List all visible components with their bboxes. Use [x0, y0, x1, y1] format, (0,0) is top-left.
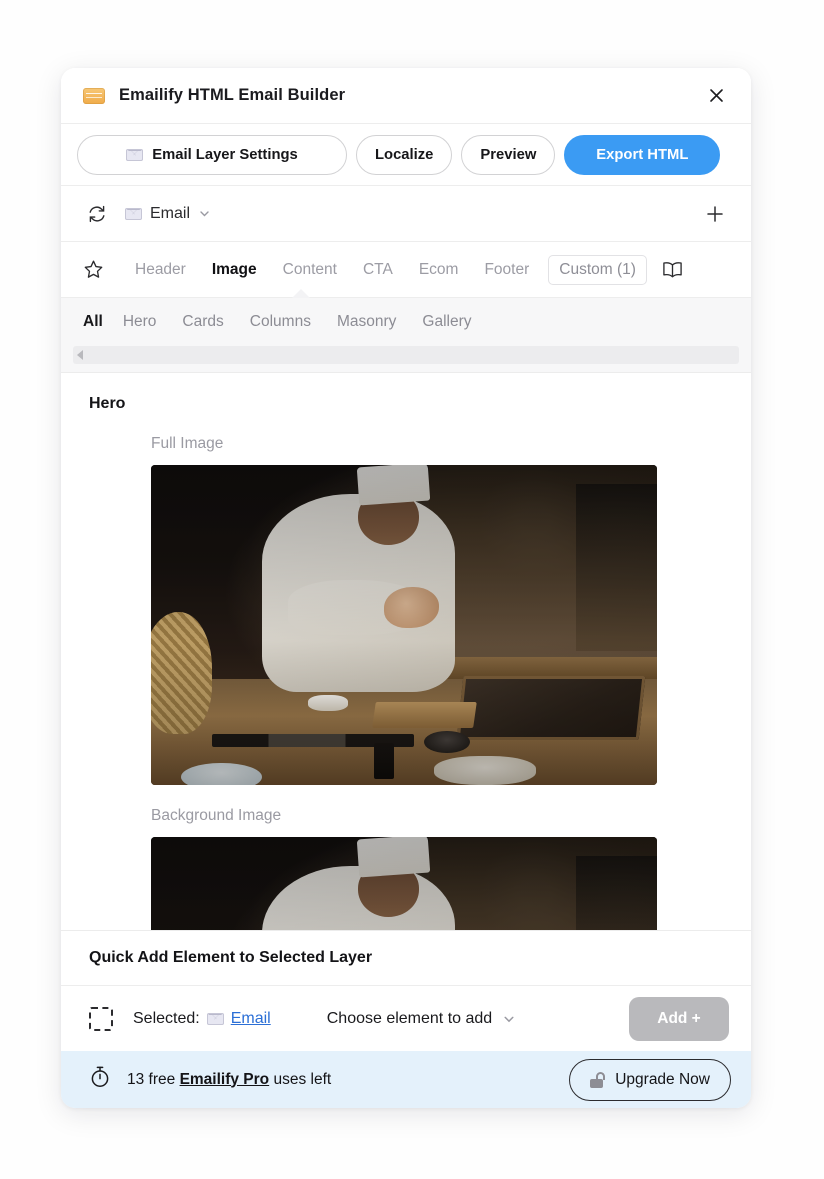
- layer-name: Email: [150, 204, 191, 222]
- page-background: Emailify HTML Email Builder Email Layer …: [0, 0, 824, 1179]
- active-tab-caret: [292, 289, 310, 298]
- selected-layer-link[interactable]: Email: [231, 1010, 271, 1028]
- template-thumbnail-background-image[interactable]: [151, 837, 657, 930]
- brand-name: Emailify Pro: [179, 1070, 270, 1088]
- page-title: Emailify HTML Email Builder: [119, 86, 346, 104]
- upgrade-now-button[interactable]: Upgrade Now: [569, 1058, 731, 1101]
- email-layer-settings-button[interactable]: Email Layer Settings: [77, 134, 347, 175]
- preview-button[interactable]: Preview: [461, 134, 556, 175]
- subtab-masonry[interactable]: Masonry: [337, 313, 410, 331]
- horizontal-scrollbar[interactable]: [73, 346, 739, 364]
- category-tabs: Header Image Content CTA Ecom Footer Cus…: [61, 242, 751, 298]
- section-title-hero: Hero: [89, 395, 126, 412]
- usage-counter-text: 13 free Emailify Pro uses left: [127, 1071, 331, 1089]
- sync-icon[interactable]: [83, 200, 111, 228]
- item-label-full-image: Full Image: [151, 435, 224, 452]
- subtab-columns[interactable]: Columns: [250, 313, 325, 331]
- tab-custom[interactable]: Custom (1): [548, 254, 647, 285]
- template-thumbnail-full-image[interactable]: [151, 465, 657, 785]
- sub-tabs: All Hero Cards Columns Masonry Gallery: [61, 298, 751, 346]
- layer-selector[interactable]: Email: [125, 205, 211, 223]
- item-label-background-image: Background Image: [151, 807, 282, 824]
- usage-suffix: uses left: [269, 1070, 332, 1088]
- star-icon[interactable]: [83, 259, 104, 280]
- tab-footer[interactable]: Footer: [471, 261, 542, 279]
- quick-add-heading: Quick Add Element to Selected Layer: [61, 930, 751, 985]
- sushi-chef-photo: [151, 465, 657, 785]
- export-html-button[interactable]: Export HTML: [564, 134, 721, 175]
- tab-header[interactable]: Header: [122, 261, 199, 279]
- close-icon[interactable]: [701, 81, 731, 111]
- element-chooser-label: Choose element to add: [326, 1009, 493, 1027]
- subtab-gallery[interactable]: Gallery: [422, 313, 485, 331]
- stopwatch-icon: [87, 1064, 113, 1095]
- email-layer-settings-label: Email Layer Settings: [152, 146, 298, 163]
- chevron-down-icon: [502, 1012, 516, 1026]
- selected-label: Selected:: [133, 1009, 200, 1027]
- sub-tabs-section: All Hero Cards Columns Masonry Gallery: [61, 298, 751, 372]
- chevron-down-icon: [198, 207, 211, 220]
- layer-bar: Email: [61, 186, 751, 242]
- book-icon[interactable]: [661, 259, 684, 280]
- envelope-icon: [206, 1012, 224, 1025]
- caret-left-icon[interactable]: [77, 350, 83, 360]
- tab-ecom[interactable]: Ecom: [406, 261, 472, 279]
- dashed-selection-icon: [89, 1006, 113, 1031]
- subtab-hero[interactable]: Hero: [123, 313, 171, 331]
- unlock-icon: [590, 1071, 606, 1088]
- action-bar: Email Layer Settings Localize Preview Ex…: [61, 124, 751, 186]
- tab-image[interactable]: Image: [199, 261, 270, 279]
- element-chooser-dropdown[interactable]: Choose element to add: [327, 1010, 516, 1028]
- tab-cta[interactable]: CTA: [350, 261, 406, 279]
- tab-content[interactable]: Content: [270, 261, 350, 279]
- quick-add-row: Selected: Email Choose element to add Ad…: [61, 985, 751, 1051]
- upgrade-now-label: Upgrade Now: [615, 1070, 710, 1088]
- plus-icon[interactable]: [701, 200, 729, 228]
- localize-button[interactable]: Localize: [356, 134, 453, 175]
- selected-layer-display: Selected: Email: [133, 1010, 271, 1028]
- envelope-icon: [125, 207, 142, 220]
- subtab-cards[interactable]: Cards: [182, 313, 237, 331]
- upgrade-footer: 13 free Emailify Pro uses left Upgrade N…: [61, 1051, 751, 1108]
- title-bar: Emailify HTML Email Builder: [61, 68, 751, 124]
- sushi-chef-photo-background: [151, 837, 657, 930]
- emailify-plugin-window: Emailify HTML Email Builder Email Layer …: [61, 68, 751, 1108]
- envelope-icon: [126, 148, 144, 161]
- envelope-icon: [83, 87, 105, 104]
- add-element-button[interactable]: Add +: [629, 996, 729, 1041]
- usage-prefix: 13 free: [127, 1070, 180, 1088]
- subtab-all[interactable]: All: [83, 313, 111, 331]
- template-list[interactable]: Hero Full Image Background Image: [61, 372, 751, 930]
